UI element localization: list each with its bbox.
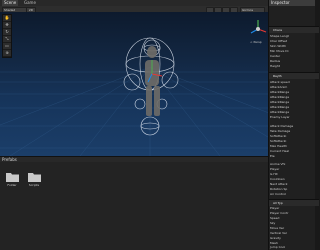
folder-label[interactable]: Scripts: [25, 184, 43, 187]
hand-tool-icon[interactable]: ✋: [3, 15, 11, 22]
orientation-gizmo-icon[interactable]: [248, 18, 268, 40]
tool-palette: ✋ ✥ ↻ ⤡ ▭ ⊕: [2, 14, 12, 58]
inspector-field-label: Jump Cool: [270, 245, 286, 249]
character-model[interactable]: [110, 34, 190, 144]
scene-view[interactable]: [0, 12, 268, 156]
rotate-tool-icon[interactable]: ↻: [3, 29, 11, 36]
component-header[interactable]: Rayth: [269, 72, 319, 79]
component-header[interactable]: Chara: [269, 26, 319, 33]
tab-scene-label: Scene: [4, 0, 17, 5]
transform-tool-icon[interactable]: ⊕: [3, 50, 11, 57]
folder-icon[interactable]: [6, 171, 19, 182]
folder-label[interactable]: Folder: [3, 184, 21, 187]
folder-icon[interactable]: [28, 171, 41, 182]
tab-inspector-label: Inspector: [271, 0, 290, 5]
inspector-field-label: Height: [270, 64, 280, 68]
inspector-field-label: Enemy Layer: [270, 115, 290, 119]
tab-inspector[interactable]: Inspector: [269, 0, 315, 6]
move-tool-icon[interactable]: ✥: [3, 22, 11, 29]
rect-tool-icon[interactable]: ▭: [3, 43, 11, 50]
tab-game-label: Game: [24, 0, 36, 5]
perspective-label[interactable]: < Persp: [250, 41, 262, 44]
scale-tool-icon[interactable]: ⤡: [3, 36, 11, 43]
inspector-field-label: Ele: [270, 154, 275, 158]
component-header[interactable]: All Typ: [269, 199, 319, 206]
inspector-field-label: Air Control: [270, 192, 286, 196]
